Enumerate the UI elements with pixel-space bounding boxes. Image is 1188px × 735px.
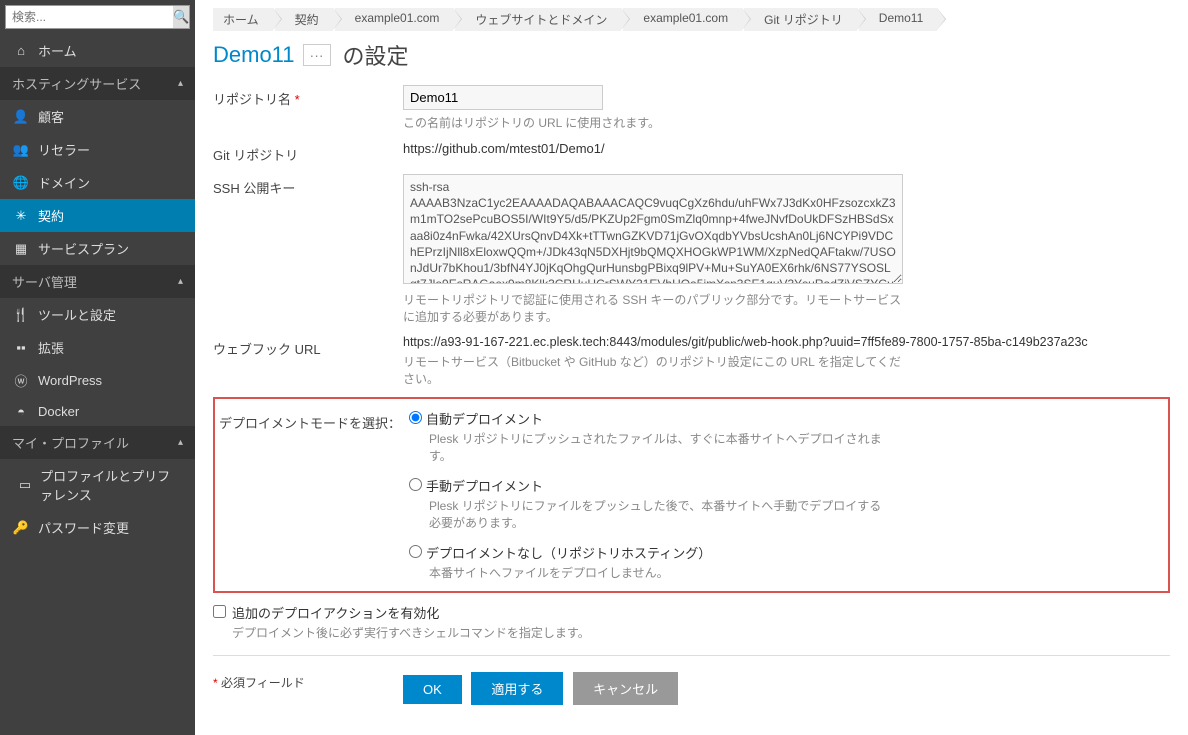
chevron-up-icon: ▴ [178, 276, 183, 287]
gear-icon: ✳ [12, 208, 30, 224]
apply-button[interactable]: 適用する [471, 672, 563, 705]
ssh-key-textarea[interactable] [403, 174, 903, 284]
repo-name-help: この名前はリポジトリの URL に使用されます。 [403, 114, 903, 131]
repo-name-input[interactable] [403, 85, 603, 110]
ok-button[interactable]: OK [403, 675, 462, 704]
ssh-help: リモートリポジトリで認証に使用される SSH キーのパブリック部分です。リモート… [403, 291, 903, 325]
ssh-label: SSH 公開キー [213, 174, 403, 197]
breadcrumb-item[interactable]: ウェブサイトとドメイン [455, 8, 621, 31]
breadcrumb-item[interactable]: example01.com [623, 8, 742, 31]
deploy-mode-box: デプロイメントモードを選択： 自動デプロイメント Plesk リポジトリにプッシ… [213, 397, 1170, 593]
home-icon: ⌂ [12, 43, 30, 58]
nav-label: WordPress [38, 373, 102, 388]
docker-icon: ◓ [12, 404, 30, 419]
card-icon: ▭ [18, 477, 32, 493]
title-name: Demo11 [213, 42, 295, 68]
grid-icon: ▪▪ [12, 340, 30, 355]
deploy-auto-radio[interactable]: 自動デプロイメント [409, 412, 543, 427]
nav-service-plans[interactable]: ▦ サービスプラン [0, 232, 195, 265]
breadcrumb-item[interactable]: 契約 [275, 8, 333, 31]
breadcrumb-item[interactable]: example01.com [335, 8, 454, 31]
search-input[interactable] [6, 6, 173, 28]
deploy-none-help: 本番サイトへファイルをデプロイしません。 [429, 564, 889, 581]
nav-label: 契約 [38, 206, 64, 225]
nav-extensions[interactable]: ▪▪ 拡張 [0, 331, 195, 364]
extra-actions-help: デプロイメント後に必ず実行すべきシェルコマンドを指定します。 [232, 624, 590, 641]
nav-label: リセラー [38, 140, 90, 159]
extra-actions-checkbox[interactable] [213, 605, 226, 618]
nav-resellers[interactable]: 👥 リセラー [0, 133, 195, 166]
user-icon: 👤 [12, 109, 30, 125]
webhook-label: ウェブフック URL [213, 335, 403, 358]
nav-section-server[interactable]: サーバ管理▴ [0, 265, 195, 298]
deploy-none-radio[interactable]: デプロイメントなし（リポジトリホスティング） [409, 546, 711, 561]
nav-contracts[interactable]: ✳ 契約 [0, 199, 195, 232]
nav-domains[interactable]: 🌐 ドメイン [0, 166, 195, 199]
nav-docker[interactable]: ◓ Docker [0, 397, 195, 426]
nav-label: ツールと設定 [38, 305, 116, 324]
breadcrumb-item[interactable]: Demo11 [859, 8, 937, 31]
repo-name-label: リポジトリ名 * [213, 85, 403, 108]
git-repo-value: https://github.com/mtest01/Demo1/ [403, 141, 1170, 156]
deploy-manual-help: Plesk リポジトリにファイルをプッシュした後で、本番サイトへ手動でデプロイす… [429, 497, 889, 531]
cancel-button[interactable]: キャンセル [573, 672, 678, 705]
nav-label: サービスプラン [38, 239, 129, 258]
nav-label: 顧客 [38, 107, 64, 126]
nav-change-password[interactable]: 🔑 パスワード変更 [0, 511, 195, 544]
nav-customers[interactable]: 👤 顧客 [0, 100, 195, 133]
nav-profile-prefs[interactable]: ▭ プロファイルとプリファレンス [0, 459, 195, 511]
nav-home[interactable]: ⌂ ホーム [0, 34, 195, 67]
chevron-up-icon: ▴ [178, 78, 183, 89]
deploy-manual-radio[interactable]: 手動デプロイメント [409, 479, 543, 494]
nav-tools-settings[interactable]: 🍴 ツールと設定 [0, 298, 195, 331]
deploy-auto-help: Plesk リポジトリにプッシュされたファイルは、すぐに本番サイトへデプロイされ… [429, 430, 889, 464]
extra-actions-label: 追加のデプロイアクションを有効化 [232, 603, 590, 622]
sidebar: 🔍 ⌂ ホーム ホスティングサービス▴ 👤 顧客 👥 リセラー 🌐 ドメイン ✳ 契約 ▦… [0, 0, 195, 735]
nav-section-profile[interactable]: マイ・プロファイル▴ [0, 426, 195, 459]
list-icon: ▦ [12, 241, 30, 257]
webhook-help: リモートサービス（Bitbucket や GitHub など）のリポジトリ設定に… [403, 353, 903, 387]
key-icon: 🔑 [12, 520, 30, 536]
page-title: Demo11 ··· の設定 [213, 39, 1170, 71]
required-note: * 必須フィールド [213, 670, 403, 691]
nav-label: 拡張 [38, 338, 64, 357]
users-icon: 👥 [12, 142, 30, 158]
tools-icon: 🍴 [12, 307, 30, 323]
nav-label: Docker [38, 404, 79, 419]
globe-icon: 🌐 [12, 175, 30, 191]
search-box: 🔍 [5, 5, 190, 29]
nav-wordpress[interactable]: ⓦ WordPress [0, 364, 195, 397]
webhook-url: https://a93-91-167-221.ec.plesk.tech:844… [403, 335, 1170, 349]
nav-label: ドメイン [38, 173, 90, 192]
separator [213, 655, 1170, 656]
main-content: ホーム契約example01.comウェブサイトとドメインexample01.c… [195, 0, 1188, 735]
title-menu-button[interactable]: ··· [303, 44, 331, 66]
chevron-up-icon: ▴ [178, 437, 183, 448]
breadcrumb-item[interactable]: ホーム [213, 8, 273, 31]
breadcrumb-item[interactable]: Git リポジトリ [744, 8, 857, 31]
nav-section-hosting[interactable]: ホスティングサービス▴ [0, 67, 195, 100]
nav-label: パスワード変更 [38, 518, 129, 537]
breadcrumb: ホーム契約example01.comウェブサイトとドメインexample01.c… [213, 8, 1170, 31]
deploy-label: デプロイメントモードを選択： [219, 409, 409, 432]
title-suffix: の設定 [343, 39, 409, 71]
wordpress-icon: ⓦ [12, 371, 30, 390]
nav-label: ホーム [38, 41, 77, 60]
nav-label: プロファイルとプリファレンス [40, 466, 183, 504]
search-icon[interactable]: 🔍 [173, 6, 189, 28]
git-repo-label: Git リポジトリ [213, 141, 403, 164]
